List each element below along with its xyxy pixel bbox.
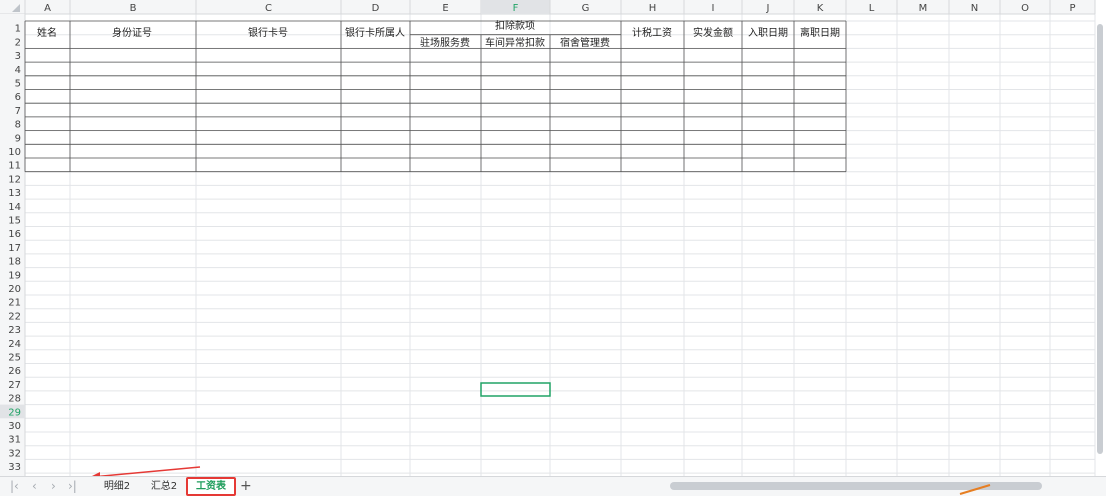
sheet-tab[interactable]: 明细2 — [98, 477, 136, 496]
horizontal-scrollbar[interactable] — [658, 481, 1078, 491]
row-header[interactable]: 10 — [8, 147, 21, 158]
next-sheet-icon[interactable]: › — [51, 477, 56, 496]
vertical-scroll-thumb[interactable] — [1097, 24, 1103, 454]
column-header-l[interactable]: L — [869, 3, 875, 14]
header-bank-card: 银行卡号 — [248, 26, 288, 39]
header-bank-owner: 银行卡所属人 — [345, 26, 405, 39]
row-header[interactable]: 15 — [8, 216, 21, 227]
row-header[interactable]: 8 — [15, 120, 21, 131]
selected-cell[interactable] — [481, 383, 550, 396]
header-name: 姓名 — [37, 26, 57, 39]
prev-sheet-icon[interactable]: ‹ — [32, 477, 37, 496]
row-header[interactable]: 18 — [8, 257, 21, 268]
row-header[interactable]: 6 — [15, 92, 21, 103]
column-header-k[interactable]: K — [817, 3, 824, 14]
add-sheet-button[interactable]: + — [240, 477, 252, 496]
column-header-b[interactable]: B — [130, 3, 137, 14]
row-header[interactable]: 13 — [8, 188, 21, 199]
last-sheet-icon[interactable]: ›| — [68, 477, 77, 496]
header-deduction-item: 驻场服务费 — [420, 36, 470, 49]
row-header[interactable]: 30 — [8, 421, 21, 432]
column-header-d[interactable]: D — [372, 3, 380, 14]
row-header[interactable]: 4 — [15, 65, 21, 76]
row-header[interactable]: 29 — [8, 407, 21, 418]
header-hire-date: 入职日期 — [748, 27, 788, 39]
header-id-number: 身份证号 — [112, 26, 152, 39]
column-header-n[interactable]: N — [971, 3, 978, 14]
row-header[interactable]: 16 — [8, 229, 21, 240]
column-header-c[interactable]: C — [265, 3, 272, 14]
row-header[interactable]: 25 — [8, 353, 21, 364]
column-header-g[interactable]: G — [582, 3, 590, 14]
row-header[interactable]: 5 — [15, 79, 21, 90]
row-header[interactable]: 14 — [8, 202, 21, 213]
row-header[interactable]: 11 — [8, 161, 21, 172]
annotation-arrow-right — [958, 477, 998, 496]
column-header-j[interactable]: J — [766, 3, 770, 14]
row-header[interactable]: 27 — [8, 380, 21, 391]
row-headers[interactable]: 1234567891011121314151617181920212223242… — [0, 0, 25, 476]
first-sheet-icon[interactable]: |‹ — [10, 477, 19, 496]
row-header[interactable]: 24 — [8, 339, 21, 350]
header-net-pay: 实发金额 — [693, 26, 733, 39]
table-header-text: 姓名 身份证号 银行卡号 银行卡所属人 扣除款项 驻场服务费 车间异常扣款 宿舍… — [37, 19, 840, 49]
row-header[interactable]: 23 — [8, 325, 21, 336]
row-header[interactable]: 28 — [8, 394, 21, 405]
row-header[interactable]: 1 — [15, 24, 21, 35]
header-leave-date: 离职日期 — [800, 26, 840, 39]
column-header-f[interactable]: F — [513, 3, 519, 14]
row-header[interactable]: 17 — [8, 243, 21, 254]
column-header-i[interactable]: I — [712, 3, 715, 14]
row-header[interactable]: 3 — [15, 51, 21, 62]
column-header-h[interactable]: H — [649, 3, 657, 14]
column-header-e[interactable]: E — [442, 3, 448, 14]
row-header[interactable]: 31 — [8, 435, 21, 446]
spreadsheet-grid[interactable]: ABCDEFGHIJKLMNOP 12345678910111213141516… — [0, 0, 1106, 476]
sheet-tab-bar: |‹ ‹ › ›| 明细2 汇总2 工资表 + — [0, 476, 1106, 496]
row-header[interactable]: 22 — [8, 311, 21, 322]
sheet-tab-active[interactable]: 工资表 — [186, 477, 236, 496]
row-header[interactable]: 32 — [8, 448, 21, 459]
sheet-tab[interactable]: 汇总2 — [145, 477, 183, 496]
annotation-arrow — [92, 467, 200, 476]
header-taxable-wage: 计税工资 — [632, 26, 672, 39]
row-header[interactable]: 7 — [15, 106, 21, 117]
row-header[interactable]: 12 — [8, 174, 21, 185]
header-deduction-item: 宿舍管理费 — [560, 36, 610, 49]
header-deduction-item: 车间异常扣款 — [485, 36, 545, 49]
row-header[interactable]: 21 — [8, 298, 21, 309]
cell-area[interactable] — [0, 14, 1095, 476]
row-header[interactable]: 9 — [15, 133, 21, 144]
column-header-m[interactable]: M — [919, 3, 928, 14]
row-header[interactable]: 20 — [8, 284, 21, 295]
column-header-o[interactable]: O — [1021, 3, 1029, 14]
column-header-a[interactable]: A — [44, 3, 51, 14]
column-headers[interactable]: A B C D E F G H I J K L M N O P — [0, 0, 1095, 14]
header-deductions: 扣除款项 — [495, 19, 535, 32]
row-header[interactable]: 33 — [8, 462, 21, 473]
column-header-p[interactable]: P — [1069, 3, 1075, 14]
row-header[interactable]: 26 — [8, 366, 21, 377]
row-header[interactable]: 2 — [15, 37, 21, 48]
vertical-scrollbar[interactable] — [1095, 14, 1105, 474]
row-header[interactable]: 19 — [8, 270, 21, 281]
